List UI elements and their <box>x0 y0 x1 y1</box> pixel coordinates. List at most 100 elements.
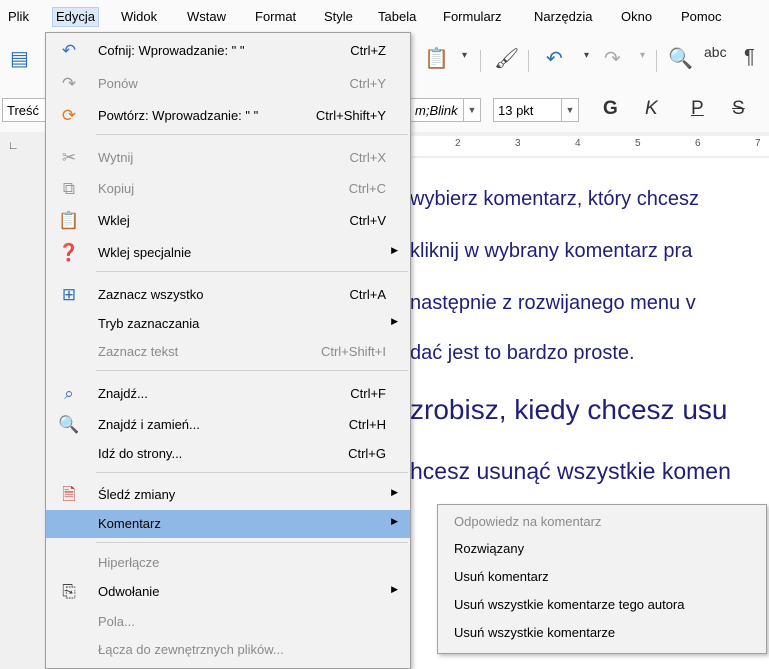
chevron-down-icon[interactable]: ▼ <box>463 99 480 121</box>
submenu-item-delete-author-comments[interactable]: Usuń wszystkie komentarze tego autora <box>438 591 766 619</box>
comment-submenu: Odpowiedz na komentarz Rozwiązany Usuń k… <box>437 504 767 654</box>
menu-separator <box>96 134 408 135</box>
italic-button[interactable]: K <box>645 98 658 120</box>
menu-item-select-text[interactable]: Zaznacz tekst Ctrl+Shift+I <box>46 338 410 366</box>
menu-item-label: Zaznacz tekst <box>98 344 179 359</box>
submenu-arrow-icon: ▶ <box>391 245 398 255</box>
menu-item-label: Wytnij <box>98 150 134 165</box>
menu-item-paste-special[interactable]: ❓ Wklej specjalnie ▶ <box>46 239 410 267</box>
doc-line: wybierz komentarz, który chcesz <box>410 188 699 210</box>
menu-item-label: Kopiuj <box>98 181 135 196</box>
toolbar-separator <box>528 50 529 72</box>
submenu-item-label: Usuń komentarz <box>454 569 549 584</box>
underline-button[interactable]: P <box>691 98 704 120</box>
menu-formularz[interactable]: Formularz <box>443 8 502 26</box>
font-size-value: 13 pkt <box>498 103 534 118</box>
menu-item-label: Odwołanie <box>98 584 160 599</box>
bold-button[interactable]: G <box>603 98 618 120</box>
menu-item-paste[interactable]: 📋 Wklej Ctrl+V <box>46 207 410 235</box>
reference-icon: ⎘ <box>62 582 76 601</box>
font-name-value: m;Blink <box>415 103 458 118</box>
paste-dropdown-icon[interactable]: ▾ <box>462 50 467 61</box>
paragraph-style-combo[interactable]: Treść <box>2 98 46 122</box>
menu-widok[interactable]: Widok <box>121 8 157 26</box>
menu-item-label: Tryb zaznaczania <box>98 316 200 331</box>
ruler-tick: 7 <box>755 138 761 149</box>
submenu-item-label: Usuń wszystkie komentarze <box>454 625 616 640</box>
menu-tabela[interactable]: Tabela <box>378 8 416 26</box>
menu-pomoc[interactable]: Pomoc <box>681 8 721 26</box>
copy-icon: ⧉ <box>62 179 76 198</box>
font-name-combo[interactable]: m;Blink ▼ <box>411 98 481 122</box>
edit-menu-dropdown: ↶ Cofnij: Wprowadzanie: " " Ctrl+Z ↷ Pon… <box>45 32 411 669</box>
doc-line: kliknij w wybrany komentarz pra <box>410 240 693 262</box>
menu-item-hyperlink[interactable]: Hiperłącze <box>46 549 410 577</box>
cut-icon: ✂ <box>61 148 77 167</box>
menu-item-redo[interactable]: ↷ Ponów Ctrl+Y <box>46 70 410 98</box>
menu-item-cut[interactable]: ✂ Wytnij Ctrl+X <box>46 144 410 172</box>
menu-wstaw[interactable]: Wstaw <box>187 8 226 26</box>
menu-item-external-links[interactable]: Łącza do zewnętrznych plików... <box>46 636 410 664</box>
menu-item-label: Idź do strony... <box>98 446 183 461</box>
submenu-item-delete-all-comments[interactable]: Usuń wszystkie komentarze <box>438 619 766 647</box>
menu-item-shortcut: Ctrl+H <box>348 417 386 432</box>
menu-format[interactable]: Format <box>255 8 296 26</box>
menu-separator <box>96 472 408 473</box>
formatting-marks-icon[interactable]: ¶ <box>744 46 755 69</box>
menu-item-label: Zaznacz wszystko <box>98 287 204 302</box>
chevron-down-icon[interactable]: ▼ <box>561 99 578 121</box>
doc-line: dać jest to bardzo proste. <box>410 342 635 364</box>
menu-separator <box>96 370 408 371</box>
menu-separator <box>96 271 408 272</box>
horizontal-ruler[interactable]: 2 3 4 5 6 7 <box>410 136 769 156</box>
menu-plik[interactable]: Plik <box>8 8 29 26</box>
menu-item-label: Znajdź i zamień... <box>98 417 200 432</box>
menu-item-label: Śledź zmiany <box>98 487 176 502</box>
menu-item-shortcut: Ctrl+X <box>349 150 386 165</box>
submenu-item-delete-comment[interactable]: Usuń komentarz <box>438 563 766 591</box>
menu-item-comment[interactable]: Komentarz ▶ <box>46 510 410 538</box>
undo-dropdown-icon[interactable]: ▾ <box>584 50 589 61</box>
menu-item-select-all[interactable]: ⊞ Zaznacz wszystko Ctrl+A <box>46 281 410 309</box>
document-icon[interactable]: ▤ <box>10 46 29 71</box>
find-replace-toolbar-icon[interactable]: 🔍 <box>668 46 693 71</box>
strikethrough-button[interactable]: S <box>732 98 745 120</box>
ruler-tick: 2 <box>455 138 461 149</box>
submenu-arrow-icon: ▶ <box>391 487 398 497</box>
ruler-tick: 5 <box>635 138 641 149</box>
tab-stop-icon[interactable]: ∟ <box>8 140 19 152</box>
redo-dropdown-icon[interactable]: ▾ <box>640 50 645 61</box>
submenu-item-resolved[interactable]: Rozwiązany <box>438 535 766 563</box>
menu-item-undo[interactable]: ↶ Cofnij: Wprowadzanie: " " Ctrl+Z <box>46 37 410 65</box>
paste-toolbar-icon[interactable]: 📋 <box>424 46 449 71</box>
menu-item-reference[interactable]: ⎘ Odwołanie ▶ <box>46 578 410 606</box>
menu-item-label: Wklej <box>98 213 130 228</box>
menu-item-find-replace[interactable]: 🔍 Znajdź i zamień... Ctrl+H <box>46 411 410 439</box>
spellcheck-label: abc <box>704 44 727 60</box>
doc-heading: zrobisz, kiedy chcesz usu <box>410 394 728 425</box>
menu-bar: Plik Edycja Widok Wstaw Format Style Tab… <box>0 0 769 32</box>
spellcheck-icon[interactable]: abc <box>704 44 727 60</box>
menu-item-find[interactable]: ⌕ Znajdź... Ctrl+F <box>46 380 410 408</box>
menu-style[interactable]: Style <box>324 8 353 26</box>
paragraph-style-value: Treść <box>7 103 40 118</box>
menu-item-track-changes[interactable]: 🗎 Śledź zmiany ▶ <box>46 481 410 509</box>
submenu-item-label: Usuń wszystkie komentarze tego autora <box>454 597 685 612</box>
menu-item-repeat[interactable]: ⟳ Powtórz: Wprowadzanie: " " Ctrl+Shift+… <box>46 102 410 130</box>
submenu-item-reply-comment[interactable]: Odpowiedz na komentarz <box>438 508 766 536</box>
menu-item-selection-mode[interactable]: Tryb zaznaczania ▶ <box>46 310 410 338</box>
toolbar-separator <box>656 50 657 72</box>
menu-narzedzia[interactable]: Narzędzia <box>534 8 593 26</box>
undo-toolbar-icon[interactable]: ↶ <box>546 46 563 71</box>
menu-item-fields[interactable]: Pola... <box>46 608 410 636</box>
clone-formatting-icon[interactable]: 🖌 <box>494 46 519 71</box>
menu-item-go-to-page[interactable]: Idź do strony... Ctrl+G <box>46 440 410 468</box>
menu-item-label: Hiperłącze <box>98 555 160 570</box>
redo-toolbar-icon[interactable]: ↷ <box>604 46 621 71</box>
menu-okno[interactable]: Okno <box>621 8 652 26</box>
font-size-combo[interactable]: 13 pkt ▼ <box>493 98 579 122</box>
menu-edycja[interactable]: Edycja <box>51 7 100 27</box>
submenu-arrow-icon: ▶ <box>391 316 398 326</box>
track-changes-icon: 🗎 <box>62 485 76 504</box>
menu-item-copy[interactable]: ⧉ Kopiuj Ctrl+C <box>46 175 410 203</box>
